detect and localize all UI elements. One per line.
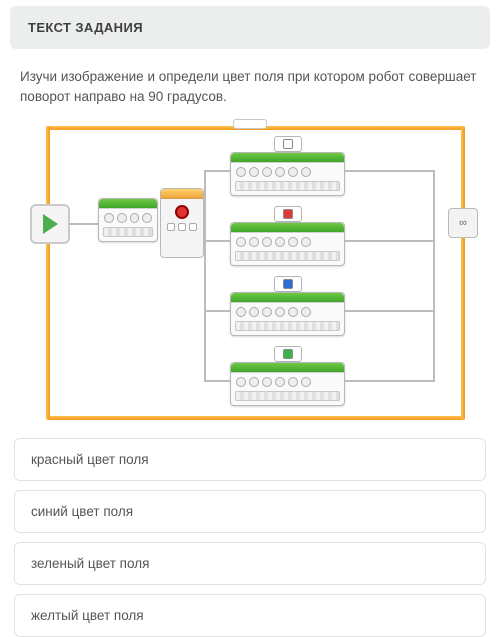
answer-option-4[interactable]: желтый цвет поля (14, 594, 486, 637)
loop-rail-right (461, 126, 465, 420)
sequence-wire (204, 240, 230, 242)
sequence-wire (70, 223, 100, 225)
sequence-wire (204, 170, 230, 172)
loop-end-block: ∞ (448, 208, 478, 238)
case-tag-3 (274, 276, 302, 292)
color-switch-block (160, 188, 204, 258)
sequence-wire (204, 170, 206, 382)
answer-option-3[interactable]: зеленый цвет поля (14, 542, 486, 585)
loop-rail-left (46, 126, 50, 420)
color-sensor-icon (175, 205, 189, 219)
task-header-title: ТЕКСТ ЗАДАНИЯ (28, 20, 472, 35)
case-tag-4 (274, 346, 302, 362)
motor-block-initial (98, 198, 158, 242)
case-color-4 (283, 349, 293, 359)
ev3-program-diagram: ∞ (10, 116, 490, 426)
sequence-wire (345, 380, 435, 382)
sequence-wire (204, 310, 230, 312)
case-color-3 (283, 279, 293, 289)
question-text: Изучи изображение и определи цвет поля п… (0, 49, 500, 116)
case-tag-2 (274, 206, 302, 222)
answer-options: красный цвет поля синий цвет поля зелены… (0, 434, 500, 637)
diagram-container: ∞ (0, 116, 500, 434)
case-block-3 (230, 292, 345, 336)
loop-rail-bottom (48, 416, 463, 420)
sequence-wire (345, 240, 435, 242)
task-header: ТЕКСТ ЗАДАНИЯ (10, 6, 490, 49)
case-block-2 (230, 222, 345, 266)
sequence-wire (433, 170, 435, 382)
sequence-wire (204, 380, 230, 382)
case-block-4 (230, 362, 345, 406)
loop-label-tab (233, 119, 267, 129)
case-block-1 (230, 152, 345, 196)
case-color-1 (283, 139, 293, 149)
case-tag-1 (274, 136, 302, 152)
answer-option-2[interactable]: синий цвет поля (14, 490, 486, 533)
sequence-wire (345, 170, 435, 172)
answer-option-1[interactable]: красный цвет поля (14, 438, 486, 481)
sequence-wire (345, 310, 435, 312)
case-color-2 (283, 209, 293, 219)
start-block (30, 204, 70, 244)
